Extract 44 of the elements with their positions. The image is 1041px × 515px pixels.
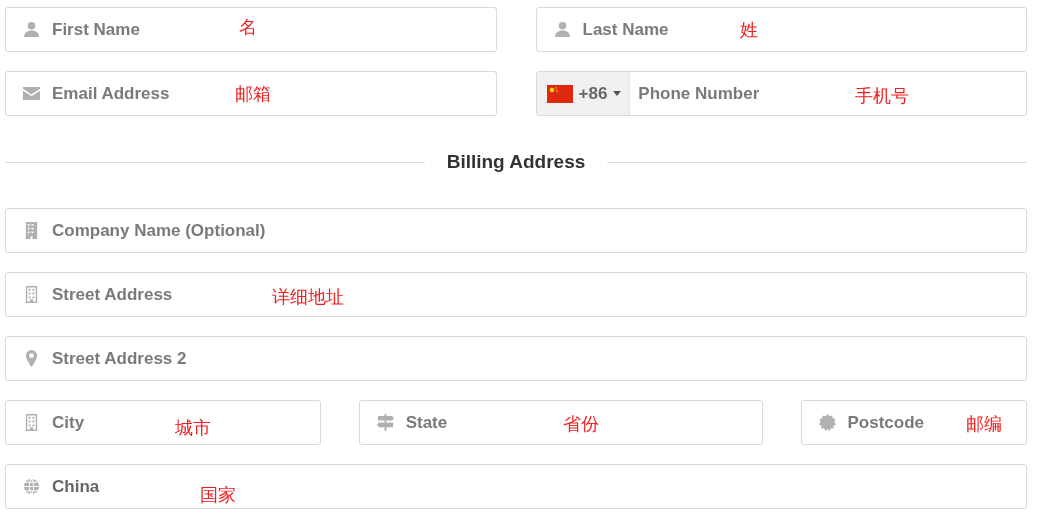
- annotation: 姓: [739, 17, 758, 42]
- annotation: 邮编: [965, 411, 1002, 436]
- last-name-input[interactable]: Last Name: [582, 19, 669, 40]
- flag-icon: [546, 84, 573, 103]
- first-name-input[interactable]: First Name: [52, 19, 140, 40]
- country-select[interactable]: China 国家: [5, 464, 1027, 509]
- annotation: 名: [239, 14, 257, 39]
- annotation: 手机号: [854, 83, 909, 108]
- annotation: 城市: [175, 415, 211, 440]
- map-pin-icon: [23, 350, 40, 367]
- badge-icon: [818, 414, 836, 431]
- city-field[interactable]: City 城市: [5, 400, 321, 445]
- section-heading: Billing Address: [446, 151, 586, 173]
- annotation: 省份: [562, 411, 599, 436]
- annotation: 详细地址: [272, 284, 344, 309]
- street-2-input[interactable]: Street Address 2: [52, 348, 187, 369]
- country-code-dropdown[interactable]: +86: [536, 72, 631, 115]
- person-icon: [553, 21, 571, 38]
- street-address-2-field[interactable]: Street Address 2: [5, 336, 1027, 381]
- person-icon: [23, 21, 40, 38]
- postcode-input[interactable]: Postcode: [847, 412, 925, 433]
- annotation: 国家: [200, 482, 236, 507]
- street-input[interactable]: Street Address: [52, 284, 173, 305]
- email-input[interactable]: Email Address: [52, 83, 170, 104]
- globe-icon: [23, 478, 40, 495]
- postcode-field[interactable]: Postcode 邮编: [800, 400, 1027, 445]
- state-field[interactable]: State 省份: [358, 400, 763, 445]
- street-address-field[interactable]: Street Address 详细地址: [5, 272, 1027, 317]
- phone-field[interactable]: +86 Phone Number 手机号: [535, 71, 1027, 116]
- envelope-icon: [23, 85, 40, 102]
- signpost-icon: [376, 414, 394, 431]
- city-input[interactable]: City: [52, 412, 85, 433]
- building-icon: [23, 414, 40, 431]
- company-field[interactable]: Company Name (Optional): [5, 208, 1027, 253]
- first-name-field[interactable]: First Name 名: [5, 7, 497, 52]
- building-icon: [23, 286, 40, 303]
- phone-input[interactable]: Phone Number: [638, 83, 760, 104]
- caret-icon: [613, 91, 622, 96]
- last-name-field[interactable]: Last Name 姓: [535, 7, 1027, 52]
- email-field[interactable]: Email Address 邮箱: [5, 71, 497, 116]
- company-input[interactable]: Company Name (Optional): [52, 220, 266, 241]
- state-input[interactable]: State: [405, 412, 448, 433]
- building-icon: [23, 222, 40, 239]
- annotation: 邮箱: [235, 81, 271, 106]
